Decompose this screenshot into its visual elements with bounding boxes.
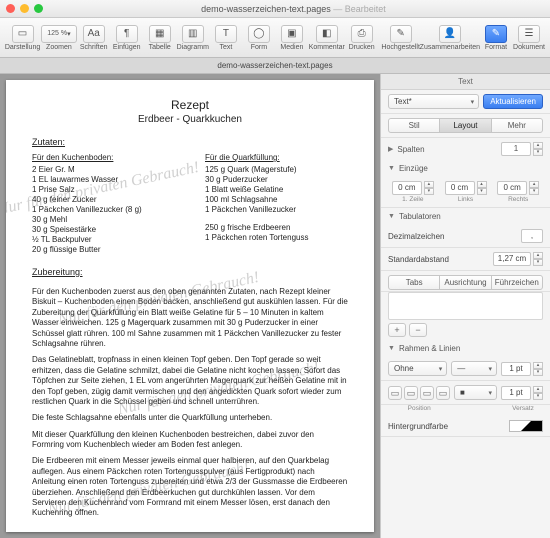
- minimize-icon[interactable]: [20, 4, 29, 13]
- tab-style[interactable]: Stil: [388, 118, 440, 133]
- tab-columns-header: Tabs Ausrichtung Führzeichen: [388, 275, 543, 290]
- titlebar: demo-wasserzeichen-text.pages — Bearbeit…: [0, 0, 550, 18]
- border-pos-1[interactable]: ▭: [388, 386, 402, 400]
- close-icon[interactable]: [6, 4, 15, 13]
- add-tabstop-button[interactable]: +: [388, 323, 406, 337]
- media-button[interactable]: ▣Medien: [277, 25, 307, 51]
- view-button[interactable]: ▭Darstellung: [6, 25, 39, 51]
- tab-more[interactable]: Mehr: [491, 118, 543, 133]
- columns-row[interactable]: ▶Spalten 1 ▴▾: [381, 138, 550, 160]
- border-style-popup[interactable]: Ohne: [388, 361, 447, 376]
- ingredient-col-1: Für den Kuchenboden: 2 Eier Gr. M1 EL la…: [32, 153, 175, 255]
- border-pos-4[interactable]: ▭: [436, 386, 450, 400]
- print-button[interactable]: ⎙Drucken: [347, 25, 377, 51]
- border-color-popup[interactable]: ■: [454, 385, 497, 400]
- border-pos-3[interactable]: ▭: [420, 386, 434, 400]
- document-tab[interactable]: demo-wasserzeichen-text.pages: [0, 58, 550, 74]
- indent-first[interactable]: 0 cm: [392, 181, 422, 195]
- toolbar: ▭Darstellung 125 % ▾Zoomen AaSchriften ¶…: [0, 18, 550, 58]
- border-pos-2[interactable]: ▭: [404, 386, 418, 400]
- step-up[interactable]: ▴: [533, 142, 543, 149]
- chart-button[interactable]: ▥Diagramm: [178, 25, 208, 51]
- fonts-button[interactable]: AaSchriften: [79, 25, 109, 51]
- indent-left[interactable]: 0 cm: [445, 181, 475, 195]
- indents-disclosure[interactable]: ▼Einzüge: [381, 160, 550, 177]
- columns-field[interactable]: 1: [501, 142, 531, 156]
- indent-right[interactable]: 0 cm: [497, 181, 527, 195]
- doc-status: Bearbeitet: [345, 4, 386, 14]
- recipe-subtitle: Erdbeer - Quarkkuchen: [32, 114, 348, 125]
- zoom-icon[interactable]: [34, 4, 43, 13]
- border-width-1[interactable]: 1 pt: [501, 362, 531, 376]
- canvas[interactable]: Nur für den privaten Gebrauch! Nur für d…: [0, 74, 380, 538]
- tabstops-list[interactable]: [388, 292, 543, 320]
- inspector: Text Text* Aktualisieren Stil Layout Meh…: [380, 74, 550, 538]
- inspector-tabs: Stil Layout Mehr: [388, 118, 543, 133]
- paragraph-style-popup[interactable]: Text*: [388, 94, 479, 109]
- shape-button[interactable]: ◯Form: [244, 25, 274, 51]
- format-button[interactable]: ✎Format: [481, 25, 511, 51]
- borders-disclosure[interactable]: ▼Rahmen & Linien: [381, 340, 550, 357]
- prep-heading: Zubereitung:: [32, 267, 348, 277]
- page[interactable]: Nur für den privaten Gebrauch! Nur für d…: [6, 80, 374, 532]
- comment-button[interactable]: ◧Kommentar: [310, 25, 344, 51]
- recipe-title: Rezept: [32, 98, 348, 112]
- inspector-title: Text: [381, 74, 550, 90]
- border-width-2[interactable]: 1 pt: [501, 386, 531, 400]
- update-style-button[interactable]: Aktualisieren: [483, 94, 543, 109]
- doc-filename: demo-wasserzeichen-text.pages: [201, 4, 331, 14]
- textbox-button[interactable]: TText: [211, 25, 241, 51]
- tip-button[interactable]: ✎Hochgestellt: [383, 25, 419, 51]
- decimal-char-field[interactable]: ,: [521, 229, 543, 243]
- ingredient-col-2: Für die Quarkfüllung: 125 g Quark (Mager…: [205, 153, 348, 255]
- border-line-popup[interactable]: —: [451, 361, 497, 376]
- default-tab-field[interactable]: 1,27 cm: [493, 252, 531, 266]
- document-button[interactable]: ☰Dokument: [514, 25, 544, 51]
- step-down[interactable]: ▾: [533, 149, 543, 156]
- bg-color-well[interactable]: [509, 420, 543, 432]
- collab-button[interactable]: 👤Zusammenarbeiten: [422, 25, 478, 51]
- traffic-lights: [6, 4, 43, 13]
- tab-layout[interactable]: Layout: [439, 118, 491, 133]
- table-button[interactable]: ▦Tabelle: [145, 25, 175, 51]
- insert-button[interactable]: ¶Einfügen: [112, 25, 142, 51]
- recipe-body: Für den Kuchenboden zuerst aus den oben …: [32, 287, 348, 519]
- tabstops-disclosure[interactable]: ▼Tabulatoren: [381, 208, 550, 225]
- zoom-select[interactable]: 125 % ▾Zoomen: [42, 25, 76, 51]
- window-title: demo-wasserzeichen-text.pages — Bearbeit…: [43, 4, 544, 14]
- remove-tabstop-button[interactable]: −: [409, 323, 427, 337]
- ingredients-heading: Zutaten:: [32, 137, 348, 147]
